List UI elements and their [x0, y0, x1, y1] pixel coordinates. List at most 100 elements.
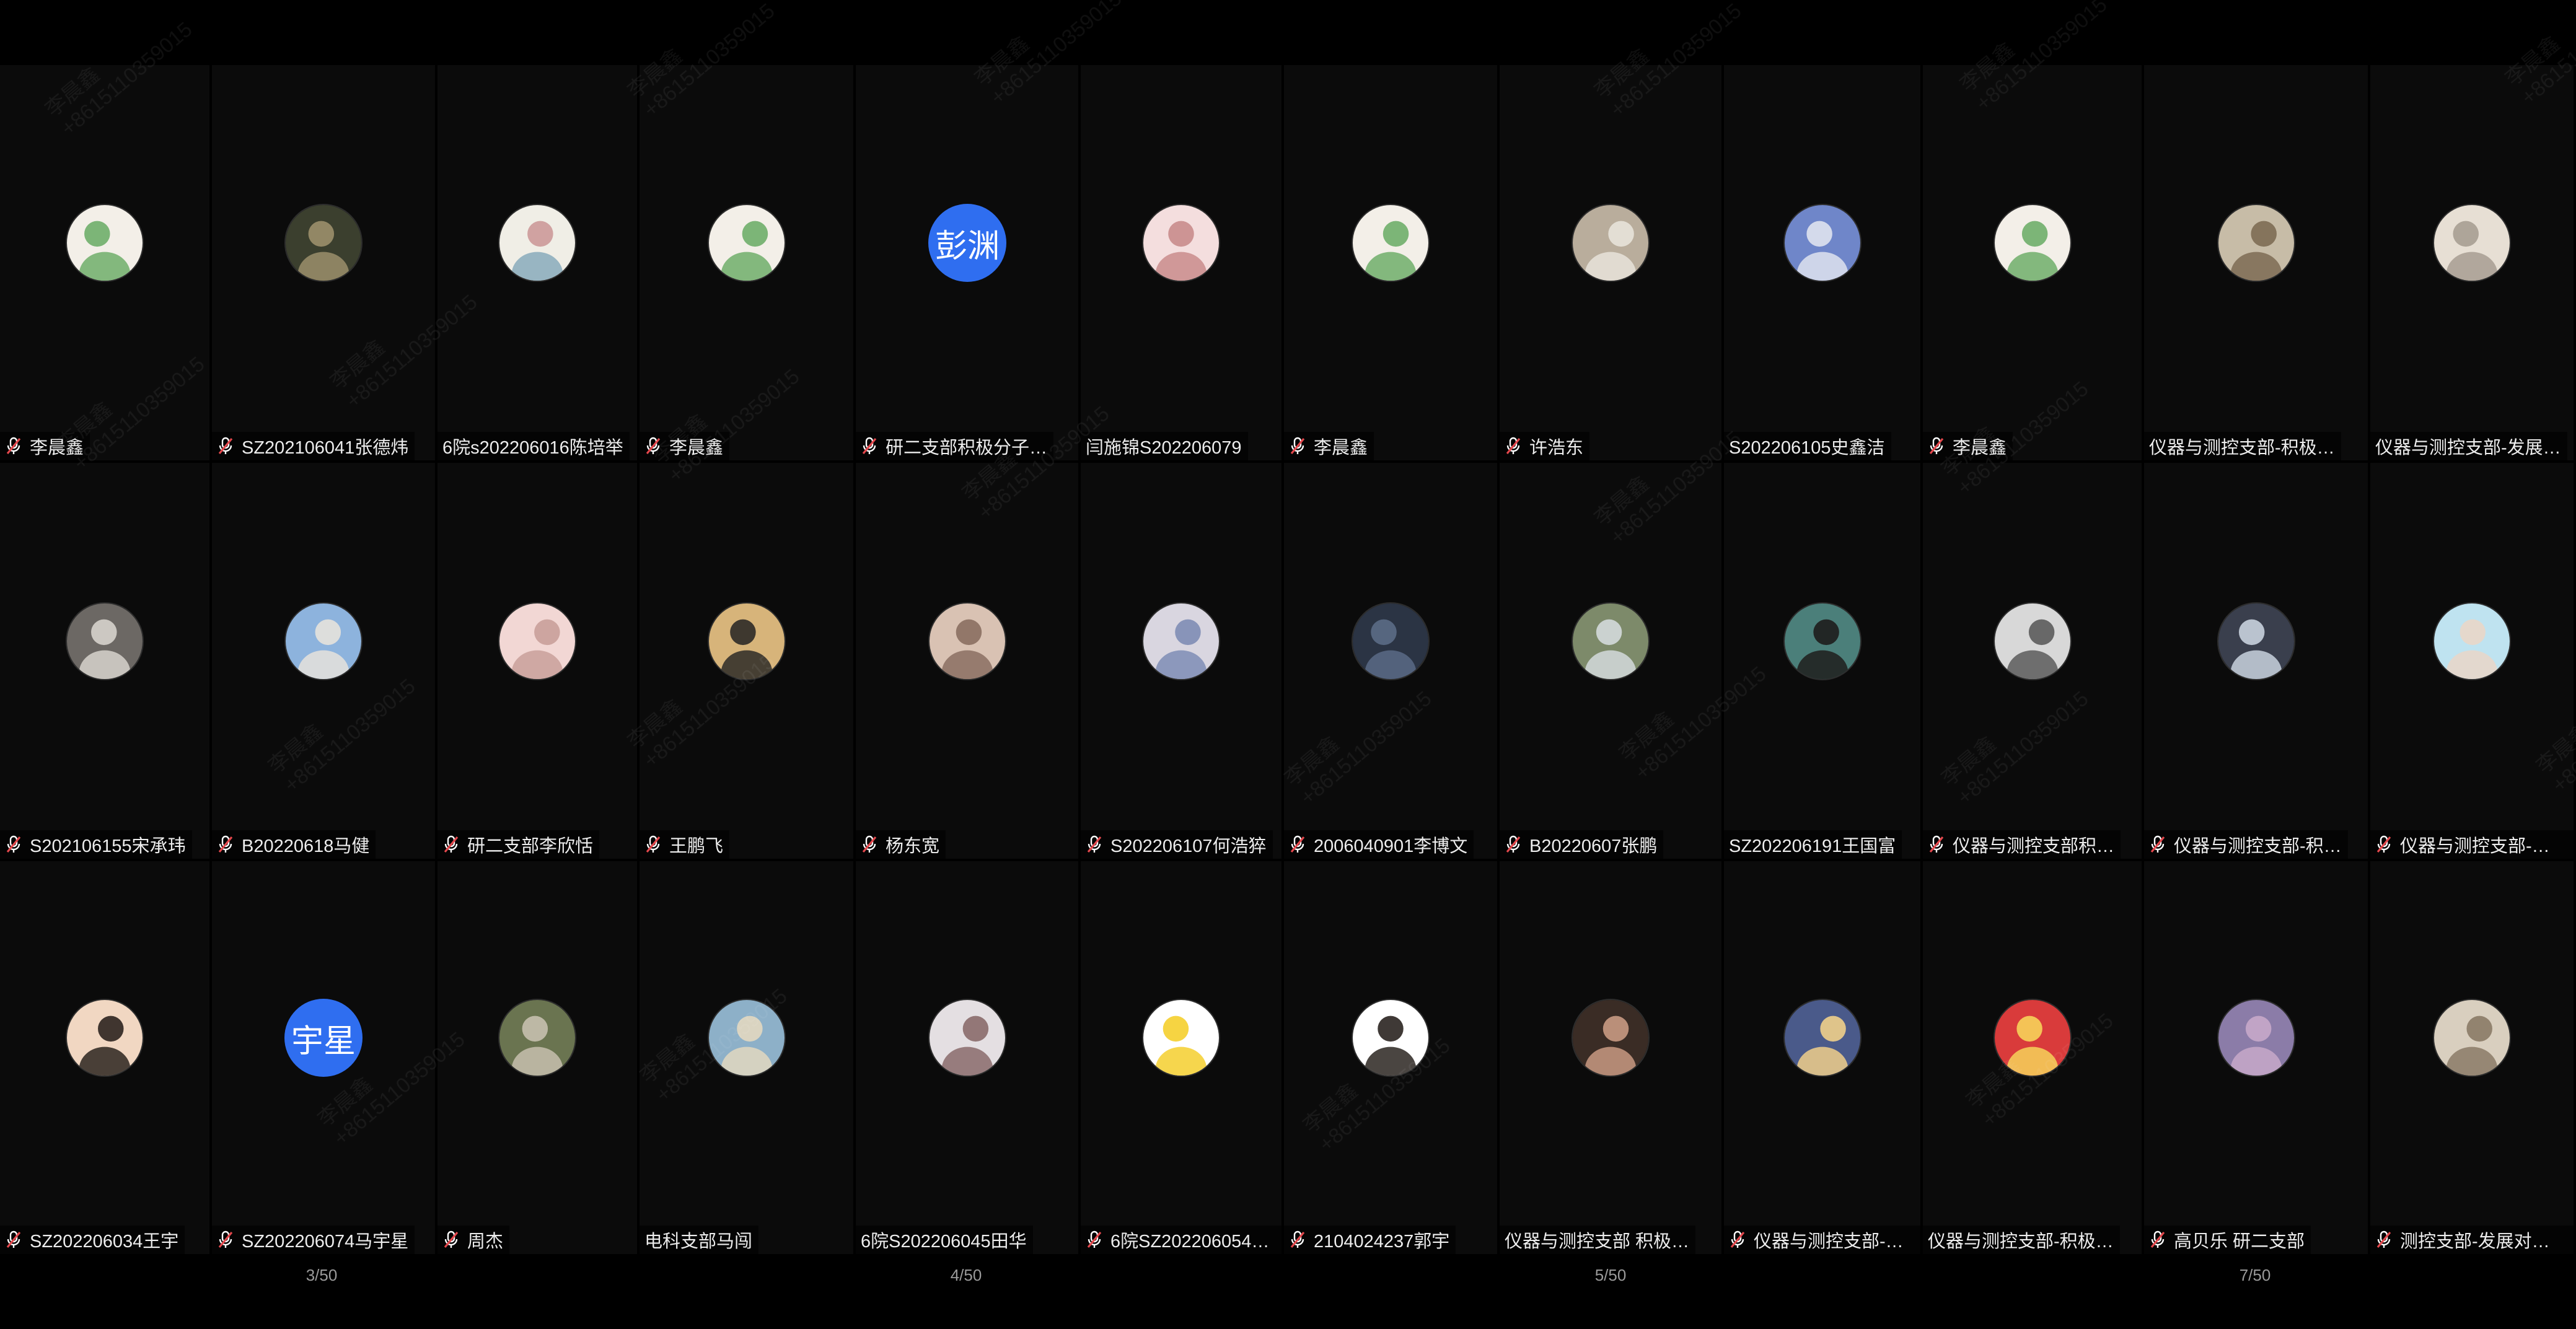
participant-name: 闫施锦S202206079 — [1086, 438, 1242, 458]
participant-tile[interactable]: 2104024237郭宇 — [1284, 861, 1497, 1254]
mic-muted-icon — [2376, 835, 2391, 853]
participant-tile[interactable]: 李晨鑫 — [1923, 65, 2142, 460]
participant-name-tag: 仪器与测控支部积… — [1923, 830, 2121, 859]
participant-name: 电科支部马闯 — [644, 1232, 753, 1252]
participant-avatar — [284, 204, 363, 282]
participant-name: 仪器与测控支部-积… — [1754, 1232, 1914, 1252]
mic-muted-icon — [1730, 1230, 1745, 1248]
mic-muted-icon — [444, 1230, 459, 1248]
participant-tile[interactable]: 李晨鑫 — [640, 65, 853, 460]
participant-name-tag: 王鹏飞 — [640, 830, 730, 859]
participant-name-tag: 6院SZ2022060540… — [1081, 1226, 1281, 1254]
participant-tile[interactable]: 仪器与测控支部-发展… — [2370, 65, 2574, 460]
participant-tile[interactable]: 测控支部-发展对象… — [2370, 861, 2574, 1254]
participant-name: 6院S202206045田华 — [861, 1232, 1027, 1252]
participant-name: 高贝乐 研二支部 — [2174, 1232, 2305, 1252]
participant-tile[interactable]: S202106155宋承玮 — [0, 463, 209, 859]
participant-tile[interactable]: 仪器与测控支部-正… — [2370, 463, 2574, 859]
participant-tile[interactable]: B20220618马健 — [212, 463, 435, 859]
participant-tile[interactable]: 仪器与测控支部-积极… — [2144, 65, 2368, 460]
participant-tile[interactable]: 杨东宽 — [856, 463, 1078, 859]
participant-name-tag: SZ202106041张德炜 — [212, 432, 415, 460]
participant-tile[interactable]: 周杰 — [437, 861, 637, 1254]
participant-name-tag: 李晨鑫 — [0, 432, 90, 460]
participant-tile[interactable]: 电科支部马闯 — [640, 861, 853, 1254]
participant-name: 李晨鑫 — [669, 438, 724, 458]
participant-name: 仪器与测控支部-发展… — [2375, 438, 2561, 458]
mic-muted-icon — [444, 835, 459, 853]
participant-name-tag: 6院S202206045田华 — [856, 1226, 1033, 1254]
participant-avatar — [1994, 999, 2072, 1077]
participant-tile[interactable]: 仪器与测控支部-积极… — [1923, 861, 2142, 1254]
participant-tile[interactable]: 闫施锦S202206079 — [1081, 65, 1281, 460]
mic-muted-icon — [2376, 1230, 2391, 1248]
participant-avatar — [1352, 602, 1430, 680]
page-indicator[interactable]: 7/50 — [2218, 1266, 2292, 1285]
mic-muted-icon — [218, 835, 233, 853]
participant-name-tag: SZ202206034王宇 — [0, 1226, 185, 1254]
participant-name: 李晨鑫 — [30, 438, 84, 458]
participant-tile[interactable]: 仪器与测控支部-积… — [1724, 861, 1920, 1254]
participant-avatar — [1783, 999, 1862, 1077]
mic-muted-icon — [6, 1230, 21, 1248]
participant-name-tag: 李晨鑫 — [1284, 432, 1374, 460]
participant-tile[interactable]: 宇星 SZ202206074马宇星 — [212, 861, 435, 1254]
participant-avatar — [2433, 999, 2511, 1077]
participant-avatar — [1352, 999, 1430, 1077]
participant-name: SZ202206074马宇星 — [242, 1232, 409, 1252]
participant-avatar — [1783, 204, 1862, 282]
mic-muted-icon — [1290, 835, 1305, 853]
participant-avatar — [1572, 602, 1650, 680]
participant-name-tag: S202106155宋承玮 — [0, 830, 192, 859]
mic-muted-icon — [218, 1230, 233, 1248]
participant-tile[interactable]: 彭渊 研二支部积极分子… — [856, 65, 1078, 460]
participant-name-tag: 研二支部李欣恬 — [437, 830, 600, 859]
participant-tile[interactable]: 6院s202206016陈培举 — [437, 65, 637, 460]
participant-tile[interactable]: S202206105史鑫洁 — [1724, 65, 1920, 460]
participant-tile[interactable]: 仪器与测控支部-积… — [2144, 463, 2368, 859]
participant-tile[interactable]: SZ202206034王宇 — [0, 861, 209, 1254]
mic-muted-icon — [1087, 1230, 1102, 1248]
participant-name-tag: 周杰 — [437, 1226, 510, 1254]
page-indicator[interactable]: 5/50 — [1573, 1266, 1648, 1285]
participant-name-tag: 高贝乐 研二支部 — [2144, 1226, 2311, 1254]
participant-avatar — [2433, 204, 2511, 282]
participant-tile[interactable]: 李晨鑫 — [0, 65, 209, 460]
participant-tile[interactable]: SZ202106041张德炜 — [212, 65, 435, 460]
participant-name-tag: 仪器与测控支部-发展… — [2370, 432, 2567, 460]
participant-tile[interactable]: 6院S202206045田华 — [856, 861, 1078, 1254]
participant-tile[interactable]: 仪器与测控支部 积极… — [1500, 861, 1721, 1254]
participant-tile[interactable]: 李晨鑫 — [1284, 65, 1497, 460]
mic-muted-icon — [1929, 835, 1944, 853]
participant-name-tag: 电科支部马闯 — [640, 1226, 759, 1254]
participant-name-tag: 测控支部-发展对象… — [2370, 1226, 2574, 1254]
participant-name: 研二支部积极分子… — [886, 438, 1048, 458]
participant-name: S202206105史鑫洁 — [1729, 438, 1885, 458]
participant-avatar — [1142, 999, 1220, 1077]
participant-tile[interactable]: 6院SZ2022060540… — [1081, 861, 1281, 1254]
bottom-bar — [0, 1306, 2576, 1329]
participant-tile[interactable]: 许浩东 — [1500, 65, 1721, 460]
participant-tile[interactable]: S202206107何浩猝 — [1081, 463, 1281, 859]
participant-avatar: 宇星 — [284, 999, 363, 1077]
participant-name: 仪器与测控支部-正… — [2400, 836, 2567, 856]
participant-avatar — [708, 204, 786, 282]
participant-tile[interactable]: 高贝乐 研二支部 — [2144, 861, 2368, 1254]
participant-tile[interactable]: 王鹏飞 — [640, 463, 853, 859]
page-indicator[interactable]: 4/50 — [929, 1266, 1003, 1285]
participant-avatar — [1142, 204, 1220, 282]
mic-muted-icon — [2150, 835, 2165, 853]
participant-name-tag: B20220607张鹏 — [1500, 830, 1664, 859]
participant-name-tag: 仪器与测控支部-积极… — [1923, 1226, 2120, 1254]
participant-tile[interactable]: SZ202206191王国富 — [1724, 463, 1920, 859]
participant-tile[interactable]: 2006040901李博文 — [1284, 463, 1497, 859]
participant-avatar — [1994, 204, 2072, 282]
participant-avatar — [708, 999, 786, 1077]
participant-avatar — [928, 602, 1006, 680]
participant-tile[interactable]: 仪器与测控支部积… — [1923, 463, 2142, 859]
participant-avatar — [1994, 602, 2072, 680]
participant-tile[interactable]: B20220607张鹏 — [1500, 463, 1721, 859]
participant-tile[interactable]: 研二支部李欣恬 — [437, 463, 637, 859]
participant-avatar — [1142, 602, 1220, 680]
page-indicator[interactable]: 3/50 — [284, 1266, 359, 1285]
